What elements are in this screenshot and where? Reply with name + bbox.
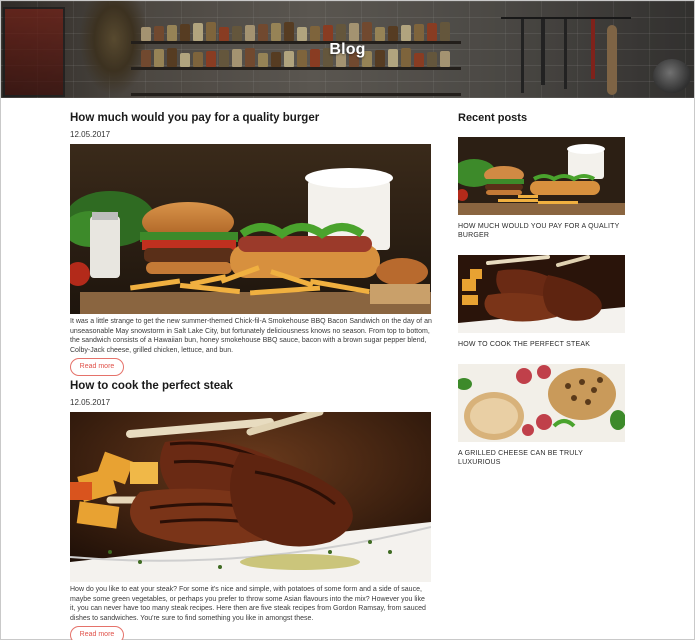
post-excerpt: How do you like to eat your steak? For s… [70,586,426,622]
recent-post-title[interactable]: A GRILLED CHEESE CAN BE TRULY LUXURIOUS [458,449,626,467]
read-more-button[interactable]: Read more [70,358,124,376]
steak-thumbnail-svg [458,255,625,333]
blog-post: How to cook the perfect steak 12.05.2017 [70,378,432,640]
post-date: 12.05.2017 [70,130,111,139]
steak-thumbnail[interactable] [458,255,625,333]
recent-post-item[interactable]: HOW MUCH WOULD YOU PAY FOR A QUALITY BUR… [458,137,626,240]
recent-post-title[interactable]: HOW TO COOK THE PERFECT STEAK [458,340,626,349]
page-title: Blog [329,41,366,58]
burger-thumbnail[interactable] [458,137,625,215]
post-title[interactable]: How much would you pay for a quality bur… [70,110,432,126]
post-title[interactable]: How to cook the perfect steak [70,378,432,394]
grilled-steak-photo[interactable] [70,412,431,582]
sandwich-thumbnail[interactable] [458,364,625,442]
recent-posts-sidebar: Recent posts HOW MUCH WOULD YOU PAY FOR … [458,110,626,466]
burger-image-svg [70,144,431,314]
hero-banner: Blog [1,1,694,98]
recent-post-item[interactable]: A GRILLED CHEESE CAN BE TRULY LUXURIOUS [458,364,626,467]
recent-post-title[interactable]: HOW MUCH WOULD YOU PAY FOR A QUALITY BUR… [458,222,626,240]
burger-thumbnail-svg [458,137,625,215]
post-excerpt: It was a little strange to get the new s… [70,318,432,354]
sandwich-thumbnail-svg [458,364,625,442]
recent-post-item[interactable]: HOW TO COOK THE PERFECT STEAK [458,255,626,349]
burger-and-hotdog-photo[interactable] [70,144,431,314]
read-more-button[interactable]: Read more [70,626,124,640]
post-date: 12.05.2017 [70,398,111,407]
blog-post: How much would you pay for a quality bur… [70,110,432,376]
steak-image-svg [70,412,431,582]
sidebar-title: Recent posts [458,112,528,124]
